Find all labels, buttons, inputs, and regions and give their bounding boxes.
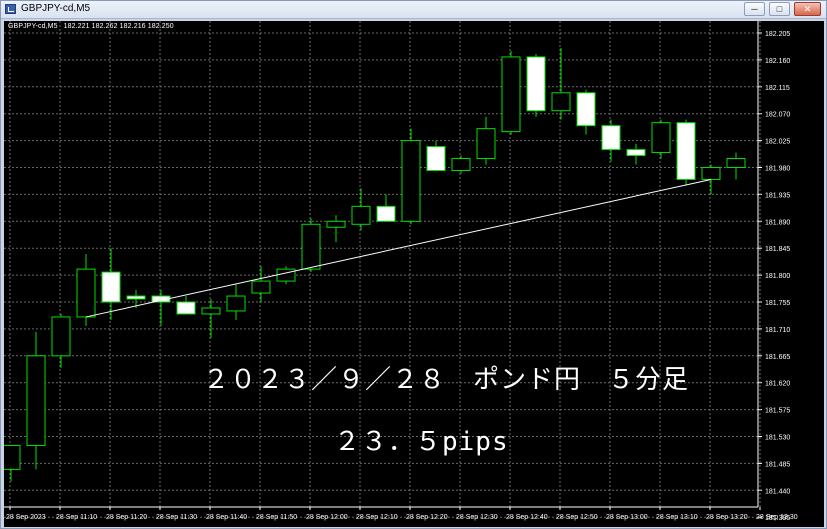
price-axis-label: 181.755 (765, 300, 790, 307)
candle-bull (351, 205, 371, 225)
price-axis-label: 181.845 (765, 246, 790, 253)
price-axis-label: 181.800 (765, 273, 790, 280)
price-axis-label: 182.160 (765, 58, 790, 65)
candle-bull (326, 220, 346, 228)
close-button[interactable]: ✕ (794, 2, 821, 16)
candle-bear (676, 122, 696, 180)
price-axis-label: 182.115 (765, 85, 790, 92)
candle-bear (601, 125, 621, 151)
price-axis-label: 181.530 (765, 435, 790, 442)
time-axis-label: 28 Sep 11:40 (206, 514, 247, 521)
candle-bear (376, 205, 396, 222)
candle-bull (726, 158, 746, 169)
candle-bear (101, 271, 121, 303)
price-axis-label: 181.665 (765, 354, 790, 361)
annotation-title: ２０２３／９／２８ ポンド円 ５分足 (203, 365, 690, 395)
price-axis-label: 181.890 (765, 219, 790, 226)
candle-bull (401, 140, 421, 222)
price-axis-label: 181.980 (765, 166, 790, 173)
time-axis-label: 28 Sep 11:50 (256, 514, 297, 521)
time-axis-label: 28 Sep 11:20 (106, 514, 147, 521)
window-titlebar[interactable]: GBPJPY-cd,M5 ─ □ ✕ (1, 1, 826, 19)
time-axis-label: 28 Sep 11:30 (156, 514, 197, 521)
candle-bull (551, 92, 571, 112)
time-axis-label: 28 Sep 12:20 (406, 514, 448, 521)
chart-symbol: GBPJPY-cd,M5 (8, 23, 58, 30)
time-axis-label: 28 Sep 13:20 (706, 514, 748, 521)
candle-bull (201, 307, 221, 315)
chart-header: GBPJPY-cd,M5 182.221 182.262 182.216 182.… (8, 23, 174, 30)
candle-bear (576, 92, 596, 127)
candle-bear (526, 56, 546, 112)
price-axis-label: 181.575 (765, 408, 790, 415)
price-axis-label: 182.070 (765, 112, 790, 119)
price-chart[interactable]: 182.205 182.160 182.115 182.070 182.025 181.9… (4, 21, 824, 527)
candle-bear (126, 295, 146, 300)
candle-bull (51, 316, 71, 357)
app-icon (5, 4, 16, 14)
time-axis-label: 28 Sep 13:30 (756, 514, 798, 521)
candle-bull (501, 56, 521, 133)
close-icon: ✕ (803, 4, 812, 14)
minimize-button[interactable]: ─ (744, 2, 765, 16)
candle-bull (651, 122, 671, 154)
chart-ohlc: 182.221 182.262 182.216 182.250 (63, 23, 174, 30)
terminal-window: GBPJPY-cd,M5 ─ □ ✕ 182.205 182.160 182.115… (0, 0, 827, 529)
price-axis-label: 181.620 (765, 381, 790, 388)
price-axis-label: 182.025 (765, 139, 790, 146)
price-axis-label: 181.485 (765, 461, 790, 468)
candle-bull (226, 295, 246, 312)
candle-bull (301, 223, 321, 270)
time-axis-label: 28 Sep 13:10 (656, 514, 698, 521)
candle-bear (626, 149, 646, 157)
time-axis-label: 28 Sep 12:40 (506, 514, 548, 521)
time-axis-label: 28 Sep 12:30 (456, 514, 498, 521)
price-axis-label: 181.440 (765, 488, 790, 495)
price-axis-label: 181.710 (765, 327, 790, 334)
maximize-icon: □ (776, 4, 783, 14)
annotation-pips: ２３．５pips (334, 427, 509, 457)
candle-bull (76, 268, 96, 318)
candle-bull (4, 444, 21, 470)
price-axis-label: 181.935 (765, 192, 790, 199)
maximize-button[interactable]: □ (769, 2, 790, 16)
candle-bear (426, 146, 446, 171)
price-axis-label: 182.205 (765, 31, 790, 38)
minimize-icon: ─ (751, 4, 758, 14)
candle-bull (476, 128, 496, 160)
candle-bear (176, 301, 196, 315)
time-axis-label: 28 Sep 13:00 (606, 514, 648, 521)
candle-bull (276, 268, 296, 282)
time-axis-label: 28 Sep 12:50 (556, 514, 598, 521)
time-axis-label: 28 Sep 2023 (6, 514, 46, 521)
candle-bull (451, 158, 471, 171)
candle-bull (26, 355, 46, 446)
time-axis-label: 28 Sep 11:10 (56, 514, 97, 521)
time-axis-label: 28 Sep 12:00 (306, 514, 348, 521)
window-title: GBPJPY-cd,M5 (21, 3, 91, 14)
candle-bull (251, 280, 271, 294)
candle-bull (701, 167, 721, 180)
time-axis-label: 28 Sep 12:10 (356, 514, 398, 521)
